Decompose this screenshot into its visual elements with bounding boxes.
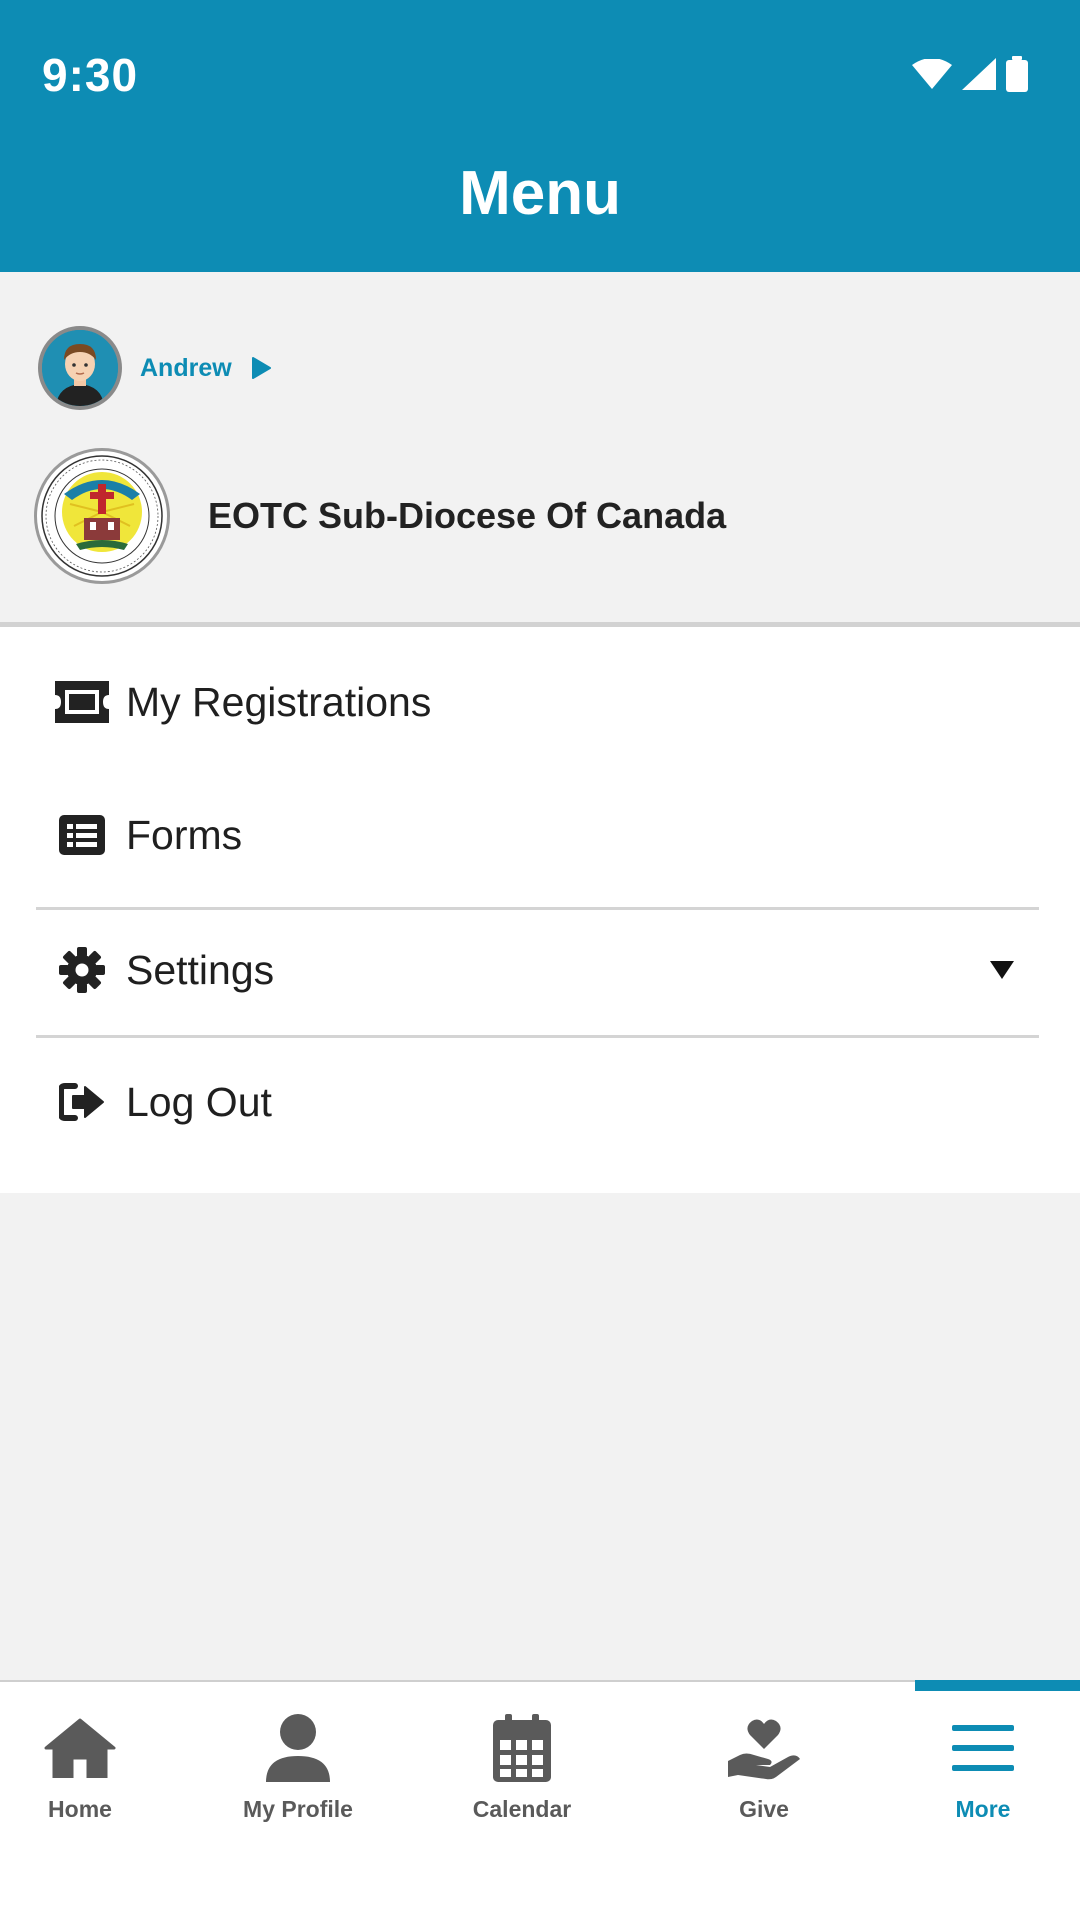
menu-item-label: Forms [126,811,243,858]
menu-item-label: My Registrations [126,678,432,725]
nav-more[interactable]: More [888,1682,1078,1852]
nav-label: Home [48,1796,112,1822]
organization-logo [34,448,170,584]
menu-item-forms[interactable]: Forms [0,775,1080,895]
logout-icon [54,1074,110,1130]
menu-item-label: Log Out [126,1078,272,1125]
status-icons [912,56,1028,92]
nav-my-profile[interactable]: My Profile [188,1682,408,1852]
person-icon [188,1708,408,1788]
organization-name: EOTC Sub-Diocese Of Canada [208,495,727,536]
nav-give[interactable]: Give [664,1682,864,1852]
organization-row[interactable]: EOTC Sub-Diocese Of Canada [34,448,726,584]
church-seal-icon [41,455,163,577]
profile-section: Andrew EOTC Sub-Diocese Of Canada [0,272,1080,627]
nav-label: My Profile [243,1796,353,1822]
menu-item-settings[interactable]: Settings [0,910,1080,1030]
page-title: Menu [459,159,621,228]
menu-divider [36,1035,1039,1038]
menu-list: My Registrations Forms Settings Log Out [0,627,1080,1193]
nav-label: Give [739,1796,789,1822]
list-icon [54,807,110,863]
home-icon [0,1708,160,1788]
chevron-down-icon[interactable] [990,961,1014,979]
heart-hand-icon [664,1708,864,1788]
nav-home[interactable]: Home [0,1682,160,1852]
avatar-icon [42,330,118,406]
avatar [38,326,122,410]
ticket-icon [54,674,110,730]
calendar-icon [422,1708,622,1788]
app-header: 9:30 Menu [0,0,1080,272]
hamburger-icon [888,1708,1078,1788]
user-name[interactable]: Andrew [140,354,232,383]
menu-screen: 9:30 Menu Andrew EOTC Sub-Diocese Of Can… [0,0,1080,1920]
status-time: 9:30 [42,49,139,101]
wifi-icon [912,59,952,89]
menu-item-my-registrations[interactable]: My Registrations [0,642,1080,762]
bottom-navigation: Home My Profile Calendar Give More [0,1680,1080,1920]
gear-icon [54,942,110,998]
play-arrow-icon [251,357,271,379]
nav-calendar[interactable]: Calendar [422,1682,622,1852]
menu-item-label: Settings [126,946,275,993]
nav-label: More [955,1796,1011,1822]
battery-icon [1006,56,1028,92]
nav-label: Calendar [472,1796,572,1822]
user-profile-link[interactable]: Andrew [38,326,272,410]
signal-icon [962,58,996,90]
menu-item-log-out[interactable]: Log Out [0,1042,1080,1162]
